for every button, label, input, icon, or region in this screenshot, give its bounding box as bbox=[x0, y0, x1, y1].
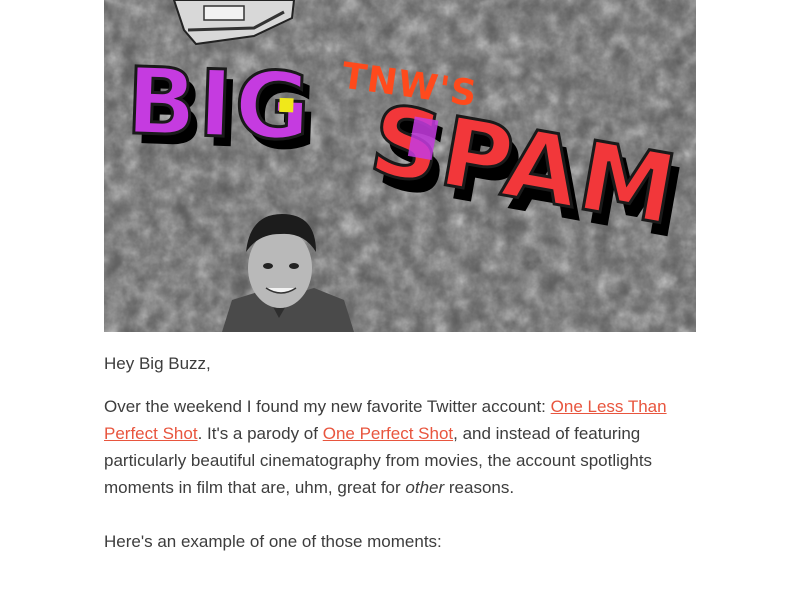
hero-image: BIG BIG TNW'S SPAM SPAM bbox=[104, 0, 696, 332]
email-paragraph-2: Here's an example of one of those moment… bbox=[104, 532, 442, 551]
link-one-perfect-shot[interactable]: One Perfect Shot bbox=[323, 424, 453, 443]
big-yellow-accent bbox=[279, 97, 294, 113]
email-greeting: Hey Big Buzz, bbox=[104, 354, 211, 373]
para1-text-4: reasons. bbox=[444, 478, 515, 497]
para1-emphasis: other bbox=[405, 478, 445, 497]
para1-text-1: Over the weekend I found my new favorite… bbox=[104, 397, 551, 416]
title-big: BIG BIG bbox=[123, 46, 322, 171]
para1-text-2: . It's a parody of bbox=[197, 424, 323, 443]
email-paragraph-1: Over the weekend I found my new favorite… bbox=[104, 393, 696, 501]
email-content: BIG BIG TNW'S SPAM SPAM Hey Big Buzz, Ov… bbox=[104, 0, 696, 555]
hero-graphic: BIG BIG TNW'S SPAM SPAM bbox=[104, 0, 696, 332]
